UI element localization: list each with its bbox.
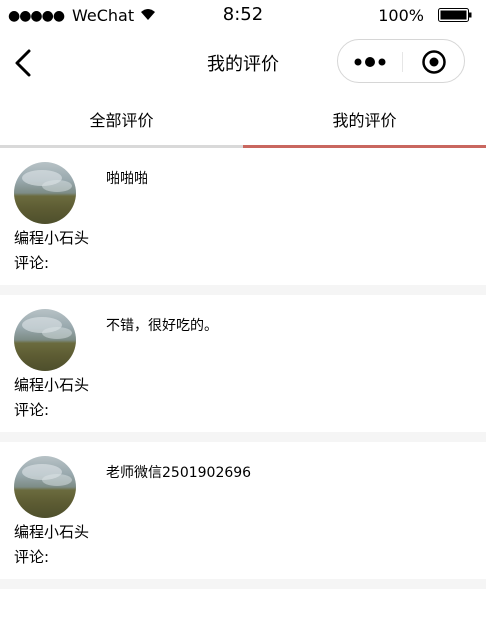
tab-label: 全部评价 (89, 111, 154, 130)
review-item: 编程小石头 评论: 老师微信2501902696 (0, 442, 486, 579)
avatar (14, 162, 76, 224)
mini-program-capsule (337, 39, 465, 83)
battery-icon (438, 8, 472, 22)
reviewer-name: 编程小石头 (14, 229, 90, 247)
review-item: 编程小石头 评论: 啪啪啪 (0, 148, 486, 285)
tab-label: 我的评价 (332, 111, 397, 130)
avatar (14, 456, 76, 518)
review-item: 编程小石头 评论: 不错，很好吃的。 (0, 295, 486, 432)
tab-my-reviews[interactable]: 我的评价 (243, 96, 486, 148)
more-options-icon[interactable] (352, 52, 392, 72)
comment-label: 评论: (14, 254, 50, 272)
review-content: 老师微信2501902696 (106, 465, 252, 481)
avatar (14, 309, 76, 371)
reviewer-name: 编程小石头 (14, 523, 90, 541)
list-separator (0, 285, 486, 295)
list-separator (0, 432, 486, 442)
status-bar: ●●●●● WeChat 8:52 100% (0, 0, 486, 30)
review-content: 啪啪啪 (106, 171, 148, 187)
reviewer-name: 编程小石头 (14, 376, 90, 394)
comment-label: 评论: (14, 548, 50, 566)
tab-all-reviews[interactable]: 全部评价 (0, 96, 243, 148)
review-content: 不错，很好吃的。 (106, 318, 218, 334)
close-mini-program-icon[interactable] (421, 49, 447, 75)
list-separator (0, 579, 486, 589)
tab-bar: 全部评价 我的评价 (0, 96, 486, 148)
capsule-divider (402, 52, 403, 72)
battery-percent: 100% (378, 6, 424, 25)
comment-label: 评论: (14, 401, 50, 419)
review-list: 编程小石头 评论: 啪啪啪 编程小石头 评论: 不错，很好吃的。 编程小石头 评… (0, 148, 486, 589)
navigation-bar: 我的评价 (0, 30, 486, 94)
